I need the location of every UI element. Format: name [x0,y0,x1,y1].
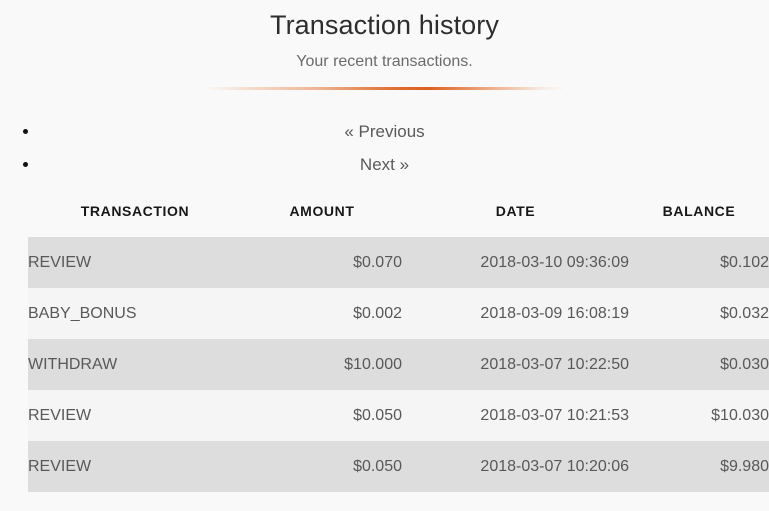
column-header-amount[interactable]: AMOUNT [242,203,402,237]
accent-divider-line [204,87,565,90]
table-header-row: TRANSACTION AMOUNT DATE BALANCE [28,203,769,237]
cell-date: 2018-03-07 10:20:06 [402,441,629,492]
cell-amount: $0.070 [242,237,402,288]
transaction-table-wrapper: TRANSACTION AMOUNT DATE BALANCE REVIEW $… [0,203,769,492]
table-row: WITHDRAW $10.000 2018-03-07 10:22:50 $0.… [28,339,769,390]
transaction-table: TRANSACTION AMOUNT DATE BALANCE REVIEW $… [28,203,769,492]
cell-amount: $0.002 [242,288,402,339]
table-row: REVIEW $0.050 2018-03-07 10:21:53 $10.03… [28,390,769,441]
transaction-table-body: REVIEW $0.070 2018-03-10 09:36:09 $0.102… [28,237,769,492]
cell-date: 2018-03-10 09:36:09 [402,237,629,288]
pagination-item-next: Next » [40,148,769,181]
column-header-balance[interactable]: BALANCE [629,203,769,237]
cell-date: 2018-03-09 16:08:19 [402,288,629,339]
cell-transaction: REVIEW [28,390,242,441]
cell-balance: $0.102 [629,237,769,288]
cell-amount: $0.050 [242,390,402,441]
cell-balance: $10.030 [629,390,769,441]
cell-transaction: REVIEW [28,441,242,492]
transaction-table-head: TRANSACTION AMOUNT DATE BALANCE [28,203,769,237]
cell-transaction: WITHDRAW [28,339,242,390]
cell-date: 2018-03-07 10:21:53 [402,390,629,441]
cell-balance: $0.030 [629,339,769,390]
pagination-item-previous: « Previous [40,115,769,148]
table-row: REVIEW $0.070 2018-03-10 09:36:09 $0.102 [28,237,769,288]
cell-amount: $10.000 [242,339,402,390]
column-header-date[interactable]: DATE [402,203,629,237]
cell-transaction: BABY_BONUS [28,288,242,339]
next-page-link[interactable]: Next » [0,148,769,181]
column-header-transaction[interactable]: TRANSACTION [28,203,242,237]
table-row: BABY_BONUS $0.002 2018-03-09 16:08:19 $0… [28,288,769,339]
page-subtitle: Your recent transactions. [296,53,473,70]
pagination-list: « Previous Next » [0,115,769,181]
accent-divider [0,87,769,93]
cell-amount: $0.050 [242,441,402,492]
page-header: Transaction history Your recent transact… [0,0,769,72]
table-row: REVIEW $0.050 2018-03-07 10:20:06 $9.980 [28,441,769,492]
cell-balance: $0.032 [629,288,769,339]
previous-page-link[interactable]: « Previous [0,115,769,148]
cell-balance: $9.980 [629,441,769,492]
page-title: Transaction history [270,10,499,40]
cell-transaction: REVIEW [28,237,242,288]
cell-date: 2018-03-07 10:22:50 [402,339,629,390]
